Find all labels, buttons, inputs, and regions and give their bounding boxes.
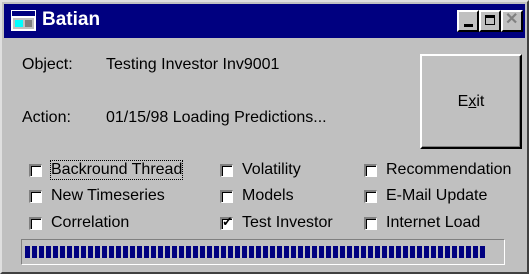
checkbox-box[interactable]	[29, 216, 42, 230]
checkbox-box[interactable]	[29, 189, 42, 203]
action-label: Action:	[22, 109, 71, 126]
action-value: 01/15/98 Loading Predictions...	[106, 109, 327, 126]
exit-button[interactable]: Exit	[420, 54, 522, 149]
checkbox-test-investor[interactable]: ✓ Test Investor	[220, 213, 333, 233]
checkbox-label: Recommendation	[386, 161, 512, 178]
checkbox-new-timeseries[interactable]: New Timeseries	[29, 186, 165, 206]
checkbox-label: Backround Thread	[49, 160, 184, 180]
maximize-button[interactable]	[479, 10, 501, 32]
checkbox-backround-thread[interactable]: Backround Thread	[29, 160, 184, 180]
object-value: Testing Investor Inv9001	[106, 56, 280, 73]
checkmark-icon: ✓	[222, 213, 233, 229]
minimize-icon	[464, 24, 473, 27]
checkbox-internet-load[interactable]: Internet Load	[364, 213, 480, 233]
checkbox-label: E-Mail Update	[386, 187, 488, 204]
checkbox-models[interactable]: Models	[220, 186, 294, 206]
checkbox-label: Internet Load	[386, 214, 481, 231]
checkbox-email-update[interactable]: E-Mail Update	[364, 186, 487, 206]
batian-window: Batian ✕ Object: Testing Investor Inv900…	[0, 0, 529, 274]
minimize-button[interactable]	[457, 10, 479, 32]
checkbox-box[interactable]: ✓	[220, 213, 233, 230]
checkbox-box[interactable]	[364, 189, 377, 203]
checkbox-box[interactable]	[364, 163, 377, 177]
app-window-icon	[11, 10, 36, 31]
checkbox-box[interactable]	[364, 216, 377, 230]
checkbox-label: Volatility	[242, 161, 301, 178]
checkbox-label: Correlation	[51, 214, 130, 231]
title-bar[interactable]: Batian ✕	[4, 4, 525, 38]
checkbox-label: Test Investor	[242, 214, 333, 231]
object-label: Object:	[22, 56, 73, 73]
checkbox-label: New Timeseries	[51, 187, 165, 204]
checkbox-correlation[interactable]: Correlation	[29, 213, 129, 233]
checkbox-box[interactable]	[220, 163, 233, 177]
checkbox-box[interactable]	[29, 163, 42, 177]
progress-bar	[21, 239, 505, 265]
checkbox-volatility[interactable]: Volatility	[220, 160, 301, 180]
checkbox-recommendation[interactable]: Recommendation	[364, 160, 511, 180]
maximize-icon	[485, 15, 495, 25]
progress-fill	[25, 246, 487, 258]
exit-label: Exit	[457, 92, 485, 110]
close-icon: ✕	[505, 11, 519, 28]
close-button[interactable]: ✕	[501, 10, 523, 32]
checkbox-label: Models	[242, 187, 294, 204]
window-title: Batian	[42, 9, 101, 30]
checkbox-box[interactable]	[220, 189, 233, 203]
